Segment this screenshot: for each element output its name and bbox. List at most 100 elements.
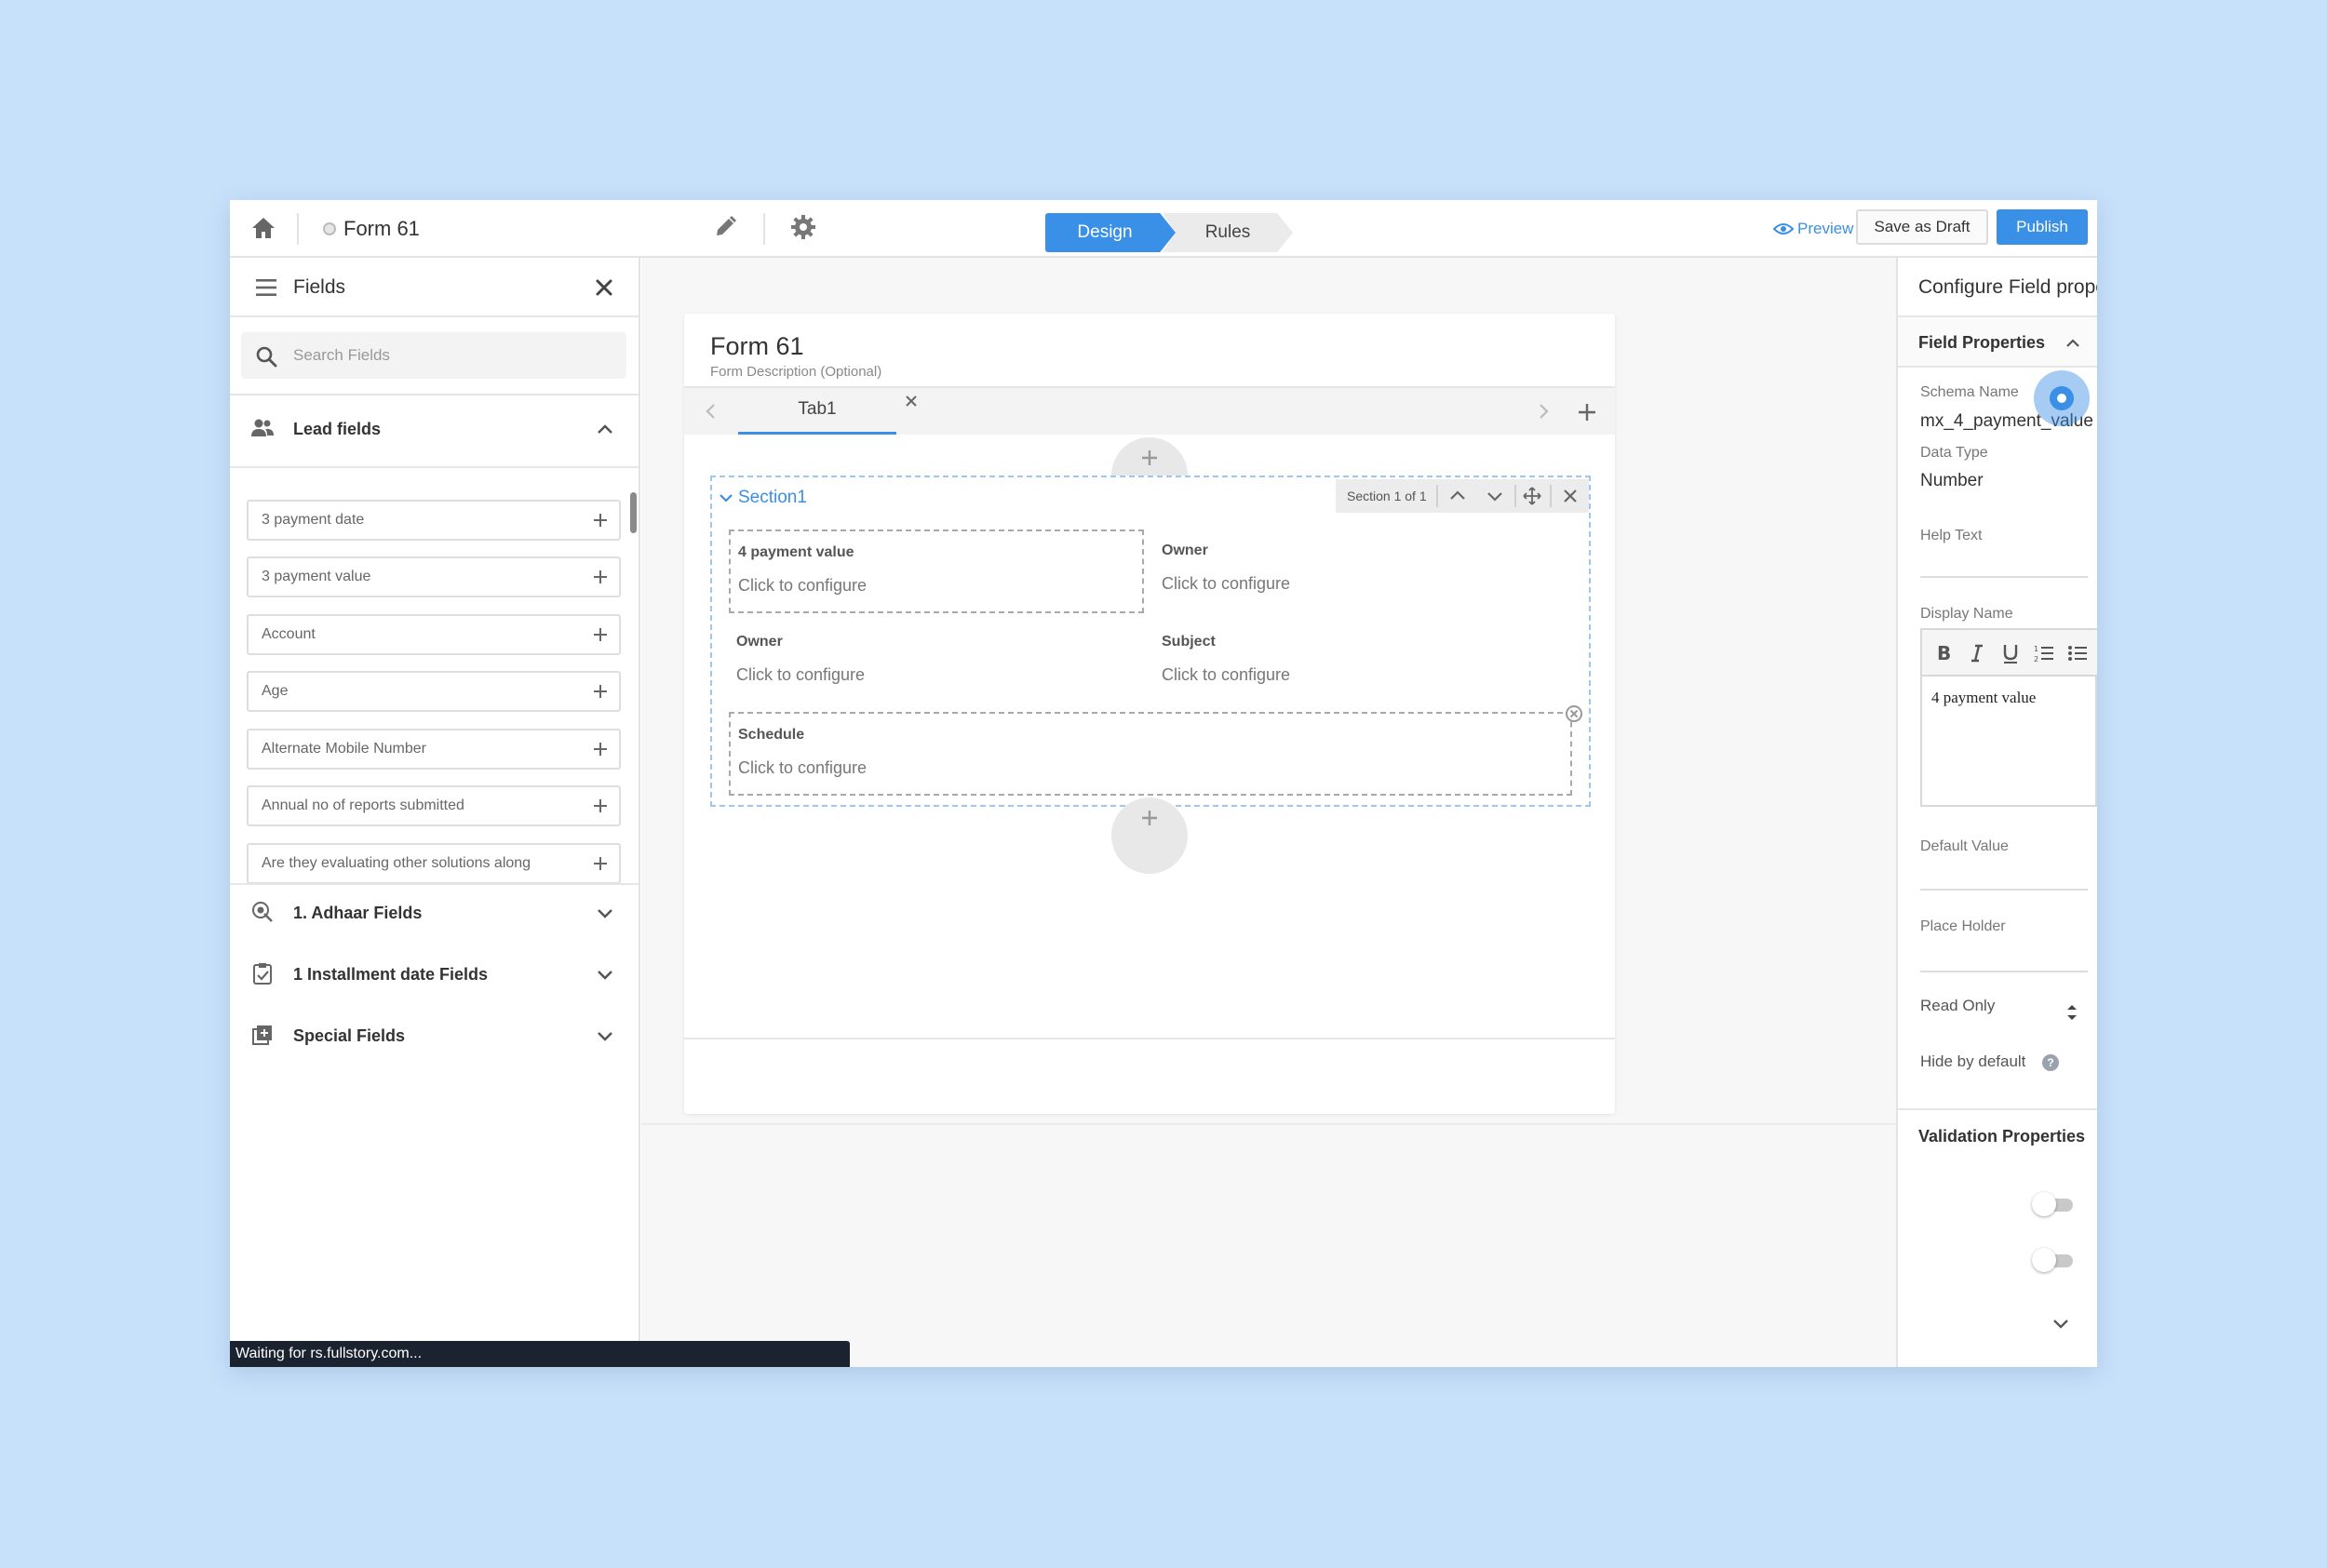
tabs-row: Tab1 — [684, 386, 1615, 435]
chevron-down-icon[interactable] — [595, 1025, 615, 1046]
field-cell-hint: Click to configure — [1162, 665, 1291, 684]
chevron-up-icon[interactable] — [595, 419, 615, 439]
preview-label: Preview — [1797, 220, 1854, 237]
move-icon[interactable] — [1522, 486, 1542, 506]
data-type-value: Number — [1920, 471, 1984, 490]
placeholder-label: Place Holder — [1920, 918, 2006, 934]
field-cell-subject[interactable]: Subject Click to configure — [1154, 621, 1569, 704]
field-properties-header[interactable]: Field Properties — [1898, 317, 2097, 368]
field-cell-4-payment-value[interactable]: 4 payment value Click to configure — [729, 529, 1144, 613]
default-value-stepper[interactable] — [2060, 1005, 2092, 1025]
ordered-list-icon[interactable]: 12 — [2034, 643, 2054, 663]
chevron-up-icon[interactable] — [2064, 334, 2082, 353]
step-rules[interactable]: Rules — [1163, 213, 1293, 252]
remove-icon[interactable] — [1565, 704, 1583, 723]
hide-by-default-toggle[interactable] — [2032, 1248, 2075, 1272]
group-special-fields[interactable]: Special Fields — [230, 1008, 639, 1064]
field-cell-owner[interactable]: Owner Click to configure — [1154, 529, 1569, 613]
plus-icon[interactable] — [591, 568, 610, 586]
tab-tab1[interactable]: Tab1 — [738, 388, 896, 435]
list-item[interactable]: Alternate Mobile Number — [247, 729, 621, 770]
divider — [297, 213, 299, 245]
chevron-right-icon[interactable] — [1533, 401, 1554, 422]
divider — [230, 466, 639, 468]
close-icon[interactable] — [1560, 486, 1580, 506]
gear-icon[interactable] — [788, 212, 818, 242]
default-value-label: Default Value — [1920, 838, 2009, 854]
plus-icon[interactable] — [591, 797, 610, 815]
group-lead-fields[interactable]: Lead fields — [230, 401, 639, 457]
target-icon — [250, 900, 275, 924]
chevron-down-icon[interactable] — [1485, 486, 1505, 506]
form-builder-window: Form 61 Rules Design Preview Save as Dra… — [230, 200, 2097, 1367]
chevron-down-icon[interactable] — [595, 903, 615, 923]
search-icon — [254, 344, 278, 369]
pencil-icon[interactable] — [711, 213, 739, 241]
form-title[interactable]: Form 61 — [710, 330, 804, 362]
field-cell-schedule[interactable]: Schedule Click to configure — [729, 705, 1582, 796]
group-installment-date-fields[interactable]: 1 Installment date Fields — [230, 946, 639, 1002]
field-cell-owner[interactable]: Owner Click to configure — [729, 621, 1144, 704]
field-item-label: Annual no of reports submitted — [262, 797, 464, 813]
step-design[interactable]: Design — [1045, 213, 1176, 252]
bold-icon[interactable]: B — [1933, 643, 1954, 663]
validation-properties-header[interactable]: Validation Properties — [1898, 1110, 2097, 1164]
chevron-down-icon[interactable] — [595, 964, 615, 985]
list-item[interactable]: 3 payment date — [247, 500, 621, 541]
list-item[interactable]: Annual no of reports submitted — [247, 785, 621, 826]
search-box — [241, 332, 626, 379]
users-icon — [250, 416, 275, 440]
section-title-label: Section1 — [738, 488, 807, 507]
chevron-down-icon[interactable] — [2051, 1313, 2071, 1333]
plus-icon[interactable] — [591, 682, 610, 701]
close-icon[interactable] — [904, 394, 919, 409]
lead-field-list: 3 payment date 3 payment value Account A… — [230, 487, 639, 885]
add-box-icon — [250, 1023, 275, 1047]
menu-icon[interactable] — [254, 276, 278, 299]
add-tab-icon[interactable] — [1576, 401, 1598, 423]
save-draft-button[interactable]: Save as Draft — [1856, 209, 1988, 245]
list-item[interactable]: Age — [247, 671, 621, 712]
plus-icon[interactable] — [591, 740, 610, 758]
divider — [1436, 485, 1438, 507]
plus-icon[interactable] — [591, 854, 610, 873]
fields-panel-title: Fields — [293, 276, 346, 298]
chevron-down-icon[interactable] — [718, 489, 734, 506]
underline-icon[interactable] — [2000, 643, 2021, 663]
publish-button[interactable]: Publish — [1997, 209, 2088, 245]
validation-properties-label: Validation Properties — [1918, 1127, 2086, 1146]
scrollbar-thumb[interactable] — [630, 492, 637, 533]
default-value-input[interactable] — [1920, 857, 2088, 891]
list-item[interactable]: 3 payment value — [247, 556, 621, 597]
top-bar: Form 61 Rules Design Preview Save as Dra… — [230, 200, 2097, 258]
form-description[interactable]: Form Description (Optional) — [710, 362, 881, 382]
italic-icon[interactable] — [1967, 643, 1987, 663]
help-text-input[interactable] — [1920, 548, 2088, 578]
search-fields-input[interactable] — [293, 332, 619, 379]
home-icon[interactable] — [249, 213, 278, 243]
group-adhaar-fields[interactable]: 1. Adhaar Fields — [230, 885, 639, 941]
plus-icon[interactable] — [591, 511, 610, 529]
placeholder-input[interactable] — [1920, 939, 2088, 972]
preview-link[interactable]: Preview — [1773, 215, 1853, 243]
section-title[interactable]: Section1 — [718, 487, 807, 509]
list-item[interactable]: Are they evaluating other solutions alon… — [247, 843, 621, 884]
divider — [1514, 485, 1516, 507]
bullet-list-icon[interactable] — [2067, 643, 2088, 663]
chevron-up-icon[interactable] — [1447, 486, 1468, 506]
close-icon[interactable] — [593, 276, 615, 299]
fields-panel-header: Fields — [230, 258, 639, 317]
plus-icon[interactable] — [591, 625, 610, 644]
add-section-below-button[interactable] — [1111, 797, 1188, 874]
chevron-left-icon[interactable] — [701, 401, 721, 422]
display-name-label: Display Name — [1920, 606, 2013, 622]
read-only-toggle[interactable] — [2032, 1192, 2075, 1216]
svg-text:2: 2 — [2034, 655, 2038, 663]
field-cell-hint: Click to configure — [736, 665, 866, 684]
display-name-text[interactable]: 4 payment value — [1931, 688, 2036, 708]
list-item[interactable]: Account — [247, 614, 621, 655]
field-properties-label: Field Properties — [1918, 333, 2046, 352]
properties-panel-title: Configure Field properties — [1918, 276, 2097, 298]
help-icon[interactable]: ? — [2042, 1054, 2059, 1071]
section-position: Section 1 of 1 — [1347, 489, 1427, 503]
